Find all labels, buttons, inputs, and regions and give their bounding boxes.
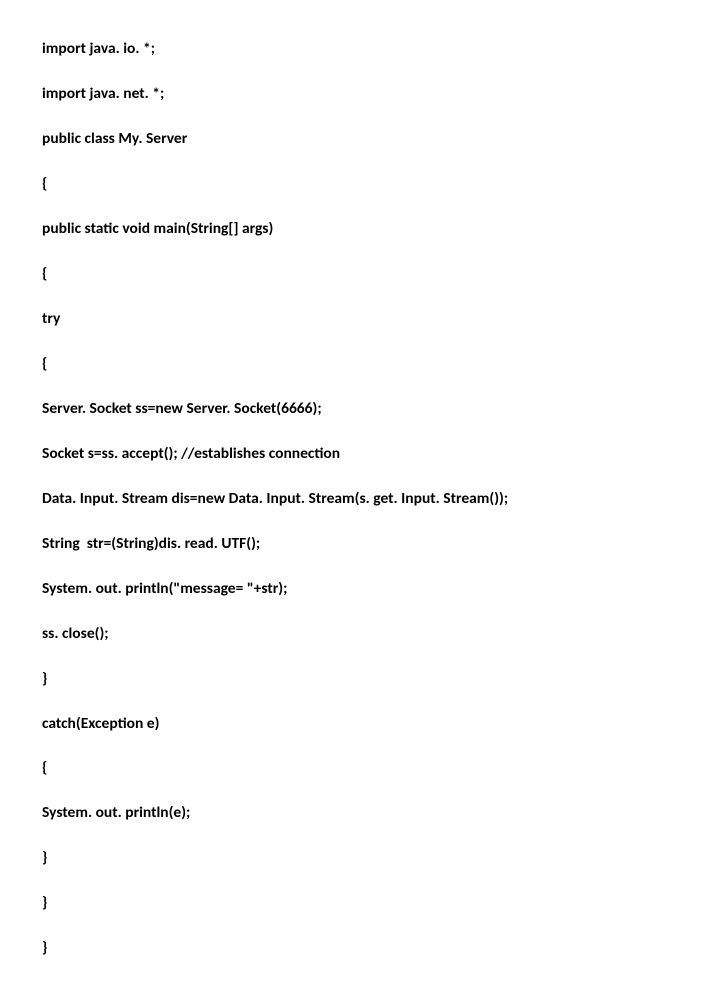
code-line: import java. io. *; [42, 38, 720, 60]
code-line: Data. Input. Stream dis=new Data. Input.… [42, 488, 720, 510]
code-line: } [42, 668, 720, 690]
code-line: catch(Exception e) [42, 713, 720, 735]
code-line: System. out. println("message= "+str); [42, 578, 720, 600]
code-line: import java. net. *; [42, 83, 720, 105]
code-line: { [42, 757, 720, 779]
code-line: String str=(String)dis. read. UTF(); [42, 533, 720, 555]
code-line: } [42, 937, 720, 959]
code-line: public class My. Server [42, 128, 720, 150]
code-line: { [42, 173, 720, 195]
code-line: try [42, 308, 720, 330]
code-block: import java. io. *; import java. net. *;… [0, 0, 720, 982]
code-line: ss. close(); [42, 623, 720, 645]
code-line: System. out. println(e); [42, 802, 720, 824]
code-line: public static void main(String[] args) [42, 218, 720, 240]
code-line: } [42, 892, 720, 914]
code-line: { [42, 353, 720, 375]
code-line: } [42, 847, 720, 869]
code-line: Server. Socket ss=new Server. Socket(666… [42, 398, 720, 420]
code-line: { [42, 263, 720, 285]
code-line: Socket s=ss. accept(); //establishes con… [42, 443, 720, 465]
